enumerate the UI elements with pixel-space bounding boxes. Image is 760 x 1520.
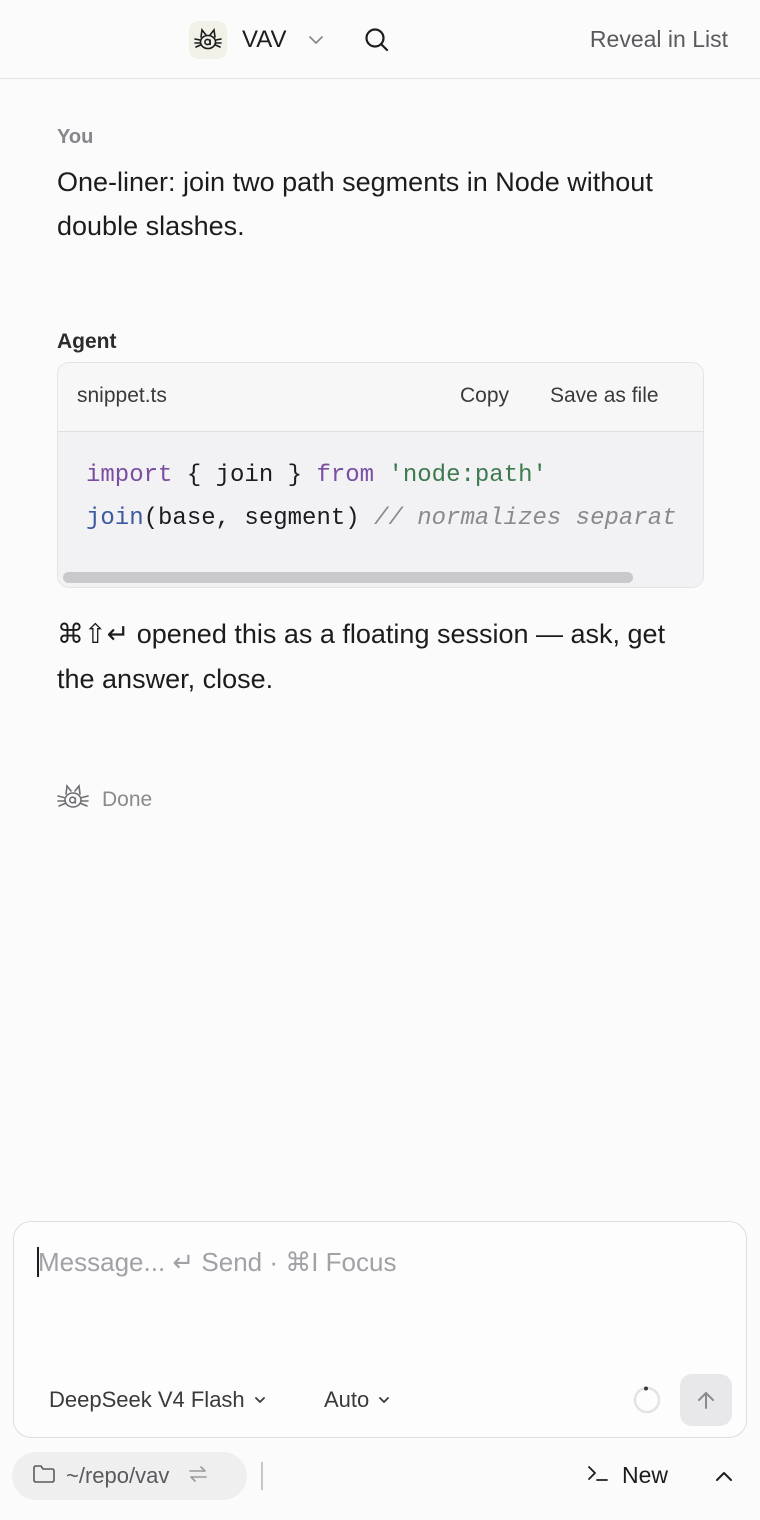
vav-logo-icon[interactable] <box>189 21 227 59</box>
mode-dropdown[interactable]: Auto <box>324 1387 391 1413</box>
chevron-down-icon <box>253 1387 267 1413</box>
code-text: { join } <box>172 462 317 489</box>
chevron-down-icon[interactable] <box>306 30 326 55</box>
code-keyword: import <box>86 462 173 489</box>
arrow-up-icon <box>698 1392 714 1409</box>
status-text: Done <box>102 787 153 811</box>
save-as-file-button[interactable]: Save as file <box>550 384 659 408</box>
mode-label: Auto <box>324 1387 370 1412</box>
search-icon[interactable] <box>362 25 392 55</box>
status-row: Done <box>56 782 152 817</box>
top-bar: VAV Reveal in List <box>0 0 760 79</box>
divider <box>261 1462 263 1490</box>
chevron-down-icon <box>377 1387 391 1413</box>
code-string: 'node:path' <box>388 462 547 489</box>
app-title[interactable]: VAV <box>242 26 286 54</box>
code-body: import { join } from 'node:path' join(ba… <box>58 432 703 587</box>
repo-selector[interactable]: ~/repo/vav <box>12 1452 247 1500</box>
code-snippet: snippet.ts Copy Save as file import { jo… <box>57 362 704 588</box>
code-line: join(base, segment) // normalizes separa… <box>86 505 677 532</box>
repo-path: ~/repo/vav <box>66 1463 170 1488</box>
copy-button[interactable]: Copy <box>460 384 509 408</box>
snippet-filename: snippet.ts <box>77 384 167 407</box>
message-input[interactable]: Message... ↵ Send · ⌘I Focus <box>38 1247 396 1278</box>
message-composer[interactable]: Message... ↵ Send · ⌘I Focus DeepSeek V4… <box>13 1221 747 1438</box>
new-session-button[interactable]: New <box>586 1462 668 1489</box>
model-dropdown[interactable]: DeepSeek V4 Flash <box>49 1387 267 1413</box>
code-keyword: from <box>316 462 375 489</box>
swap-icon[interactable] <box>187 1464 209 1489</box>
code-function: join <box>86 505 144 532</box>
agent-label: Agent <box>57 330 117 353</box>
reveal-in-list-button[interactable]: Reveal in List <box>590 26 728 53</box>
model-label: DeepSeek V4 Flash <box>49 1387 245 1412</box>
user-message: One-liner: join two path segments in Nod… <box>57 167 653 241</box>
chevron-up-icon[interactable] <box>712 1465 736 1489</box>
folder-icon <box>32 1464 56 1489</box>
code-snippet-header: snippet.ts Copy Save as file <box>58 363 703 432</box>
terminal-icon <box>586 1462 610 1489</box>
user-label: You <box>57 126 94 148</box>
code-text: (base, segment) <box>143 505 375 532</box>
code-line: import { join } from 'node:path' <box>86 462 547 489</box>
loading-spinner-icon <box>632 1385 662 1415</box>
vav-logo-icon <box>56 782 90 817</box>
new-label: New <box>622 1462 669 1488</box>
agent-message: ⌘⇧↵ opened this as a floating session — … <box>57 619 666 694</box>
horizontal-scrollbar[interactable] <box>63 572 633 583</box>
send-button[interactable] <box>680 1374 732 1426</box>
code-comment: // normalizes separat <box>374 505 677 532</box>
